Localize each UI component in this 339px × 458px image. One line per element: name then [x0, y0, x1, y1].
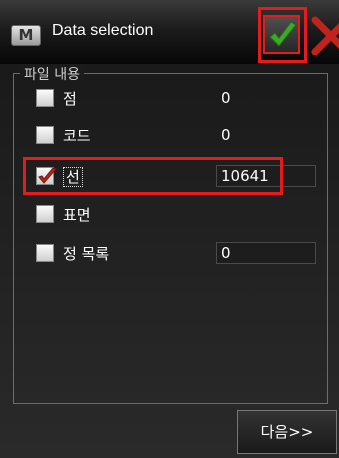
ok-button[interactable] [263, 15, 300, 54]
checkbox-surface[interactable] [36, 205, 54, 223]
row-label: 정 목록 [63, 245, 110, 263]
row-value: 0 [221, 89, 231, 107]
row-code: 코드 0 [0, 120, 339, 150]
next-button[interactable]: 다음>> [237, 410, 337, 454]
checkbox-point[interactable] [36, 89, 54, 107]
cancel-button[interactable] [311, 16, 339, 56]
window-title: Data selection [52, 22, 154, 39]
row-value: 0 [221, 126, 231, 144]
checkbox-point-list[interactable] [36, 244, 54, 262]
row-label: 점 [63, 90, 77, 108]
row-surface: 표면 [0, 199, 339, 229]
checkbox-code[interactable] [36, 126, 54, 144]
close-icon [311, 16, 339, 56]
row-label: 표면 [63, 206, 91, 224]
row-point-list: 정 목록 0 [0, 238, 339, 268]
group-legend: 파일 내용 [20, 64, 84, 84]
row-label: 코드 [63, 127, 91, 145]
title-bar: M Data selection [0, 0, 339, 64]
checkmark-icon [269, 21, 297, 47]
row-point: 점 0 [0, 83, 339, 113]
value-field-point-list: 0 [216, 242, 316, 264]
selection-highlight [23, 157, 283, 195]
app-icon: M [11, 25, 41, 46]
row-value: 0 [221, 244, 231, 262]
